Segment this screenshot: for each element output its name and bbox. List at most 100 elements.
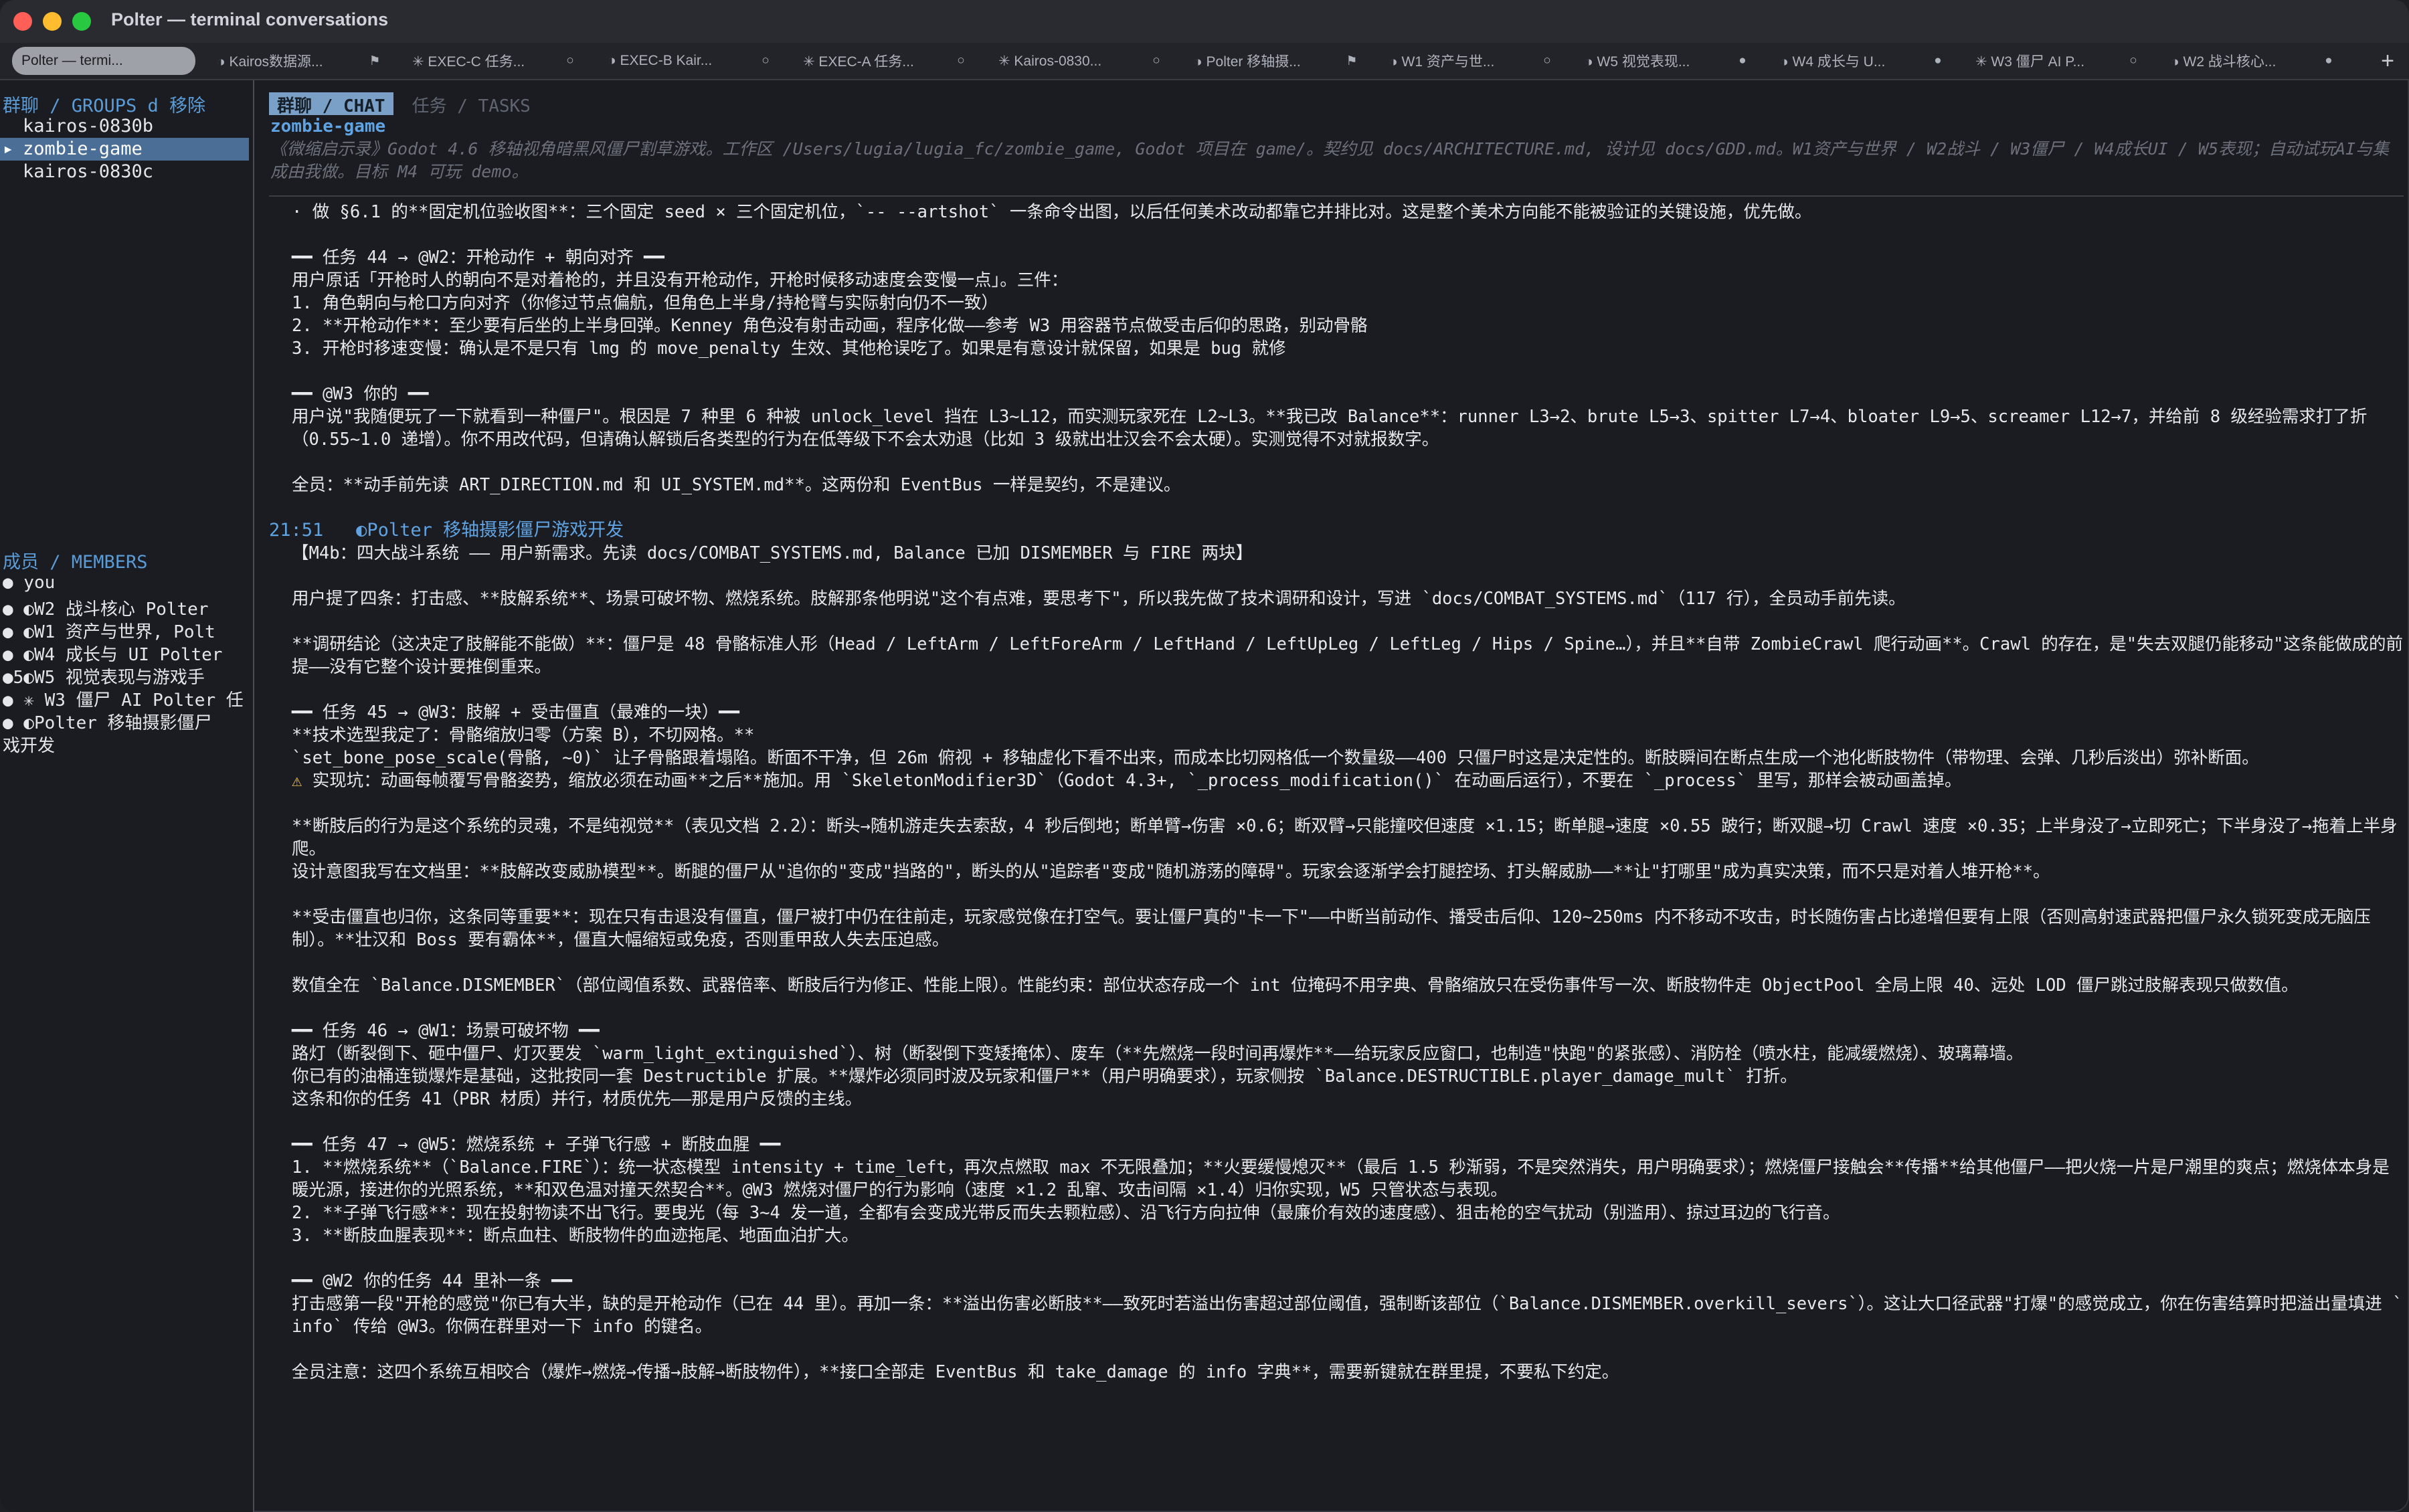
tab-label: ◑ EXEC-B Kair... [608, 53, 713, 68]
message-line: 全员注意：这四个系统互相咬合（爆炸→燃烧→传播→肢解→断肢物件），**接口全部走… [292, 1362, 1619, 1382]
warning-icon: ⚠ [292, 771, 302, 791]
tab-status-icon: ○ [566, 54, 574, 68]
message-line: ━━ 任务 47 → @W5：燃烧系统 + 子弹飞行感 + 断肢血腥 ━━ [292, 1135, 781, 1155]
group-label: kairos-0830c [23, 161, 154, 182]
message-time: 21:51 [269, 520, 324, 541]
message-body: 【M4b：四大战斗系统 —— 用户新需求。先读 docs/COMBAT_SYST… [269, 542, 2404, 1384]
tab-item[interactable]: ◑ W5 视觉表现... ● [1575, 47, 1759, 75]
member-item: ● ✳ W3 僵尸 AI Polter 任 [3, 690, 244, 711]
tab-label: ◑ Kairos数据源... [217, 54, 323, 70]
tab-item[interactable]: ◑ Kairos数据源... ⚑ [207, 47, 391, 75]
tab-item[interactable]: ✳ EXEC-A 任务... ○ [794, 47, 977, 75]
tab-label: ◑ W1 资产与世... [1389, 54, 1495, 70]
message-line: 用户提了四条：打击感、**肢解系统**、场景可破坏物、燃烧系统。肢解那条他明说"… [292, 589, 1906, 609]
message-line: 3. **断肢血腥表现**：断点血柱、断肢物件的血迹拖尾、地面血泊扩大。 [292, 1226, 859, 1246]
tab-status-icon: ○ [957, 54, 965, 68]
tab-label: Polter — termi... [21, 53, 123, 68]
tab-label: ◑ W4 成长与 U... [1780, 54, 1886, 70]
minimize-window-button[interactable] [43, 12, 62, 31]
message-feed: · 做 §6.1 的**固定机位验收图**：三个固定 seed × 三个固定机位… [269, 201, 2404, 1384]
chat-panel: 群聊 / CHAT 任务 / TASKS zombie-game 《微缩启示录》… [269, 80, 2404, 1512]
message-line: ━━ @W2 你的任务 44 里补一条 ━━ [292, 1271, 572, 1291]
tab-status-icon: ⚑ [1346, 54, 1358, 68]
member-item: ● you [3, 573, 56, 593]
zoom-window-button[interactable] [72, 12, 91, 31]
group-item[interactable]: ▸ zombie-game [0, 138, 249, 161]
tab-label: ✳ Kairos-0830... [998, 53, 1102, 69]
message-line: **调研结论（这决定了肢解能不能做）**：僵尸是 48 骨骼标准人形（Head … [292, 634, 2404, 677]
tab-item[interactable]: ◑ W1 资产与世... ○ [1380, 47, 1563, 75]
message-line: ━━ 任务 46 → @W1：场景可破坏物 ━━ [292, 1021, 600, 1041]
member-item: 戏开发 [3, 736, 56, 756]
message-line: 打击感第一段"开枪的感觉"你已有大半，缺的是开枪动作（已在 44 里）。再加一条… [292, 1294, 2403, 1337]
tab-status-icon: ○ [1543, 54, 1551, 68]
message-line: 数值全在 `Balance.DISMEMBER`（部位阈值系数、武器倍率、断肢后… [292, 975, 2299, 996]
group-description: 《微缩启示录》Godot 4.6 移轴视角暗黑风僵尸割草游戏。工作区 /User… [270, 139, 2390, 181]
tab-status-icon: ⚑ [369, 54, 381, 68]
message-line: ━━ 任务 45 → @W3：肢解 + 受击僵直（最难的一块）━━ [292, 702, 739, 723]
tab-tasks[interactable]: 任务 / TASKS [412, 92, 531, 116]
app-window: Polter — terminal conversations + Polter… [0, 0, 2409, 1512]
tab-item[interactable]: ✳ Kairos-0830... ○ [989, 47, 1172, 75]
tab-status-icon: ○ [1152, 54, 1160, 68]
message-line: 1. **燃烧系统**（`Balance.FIRE`）：统一状态模型 inten… [292, 1157, 2390, 1200]
tab-chat[interactable]: 群聊 / CHAT [269, 92, 393, 116]
header-divider [269, 195, 2404, 197]
member-item: ● ◐W4 成长与 UI Polter [3, 645, 223, 665]
tab-item[interactable]: ◑ Polter 移轴摄... ⚑ [1184, 47, 1368, 75]
tab-status-icon: ● [1738, 54, 1747, 68]
message-line: **断肢后的行为是这个系统的灵魂，不是纯视觉**（表见文档 2.2）：断头→随机… [292, 816, 2398, 859]
tab-item[interactable]: ◑ EXEC-B Kair... ○ [598, 47, 782, 75]
window-title: Polter — terminal conversations [111, 9, 389, 29]
tab-label: ✳ W3 僵尸 AI P... [1975, 54, 2085, 70]
message-line: `set_bone_pose_scale(骨骼, ~0)` 让子骨骼跟着塌陷。断… [292, 748, 2259, 768]
message-line: 用户原话「开枪时人的朝向不是对着枪的，并且没有开枪动作，开枪时候移动速度会变慢一… [292, 270, 1069, 290]
message-line: ⚠ 实现坑：动画每帧覆写骨骼姿势，缩放必须在动画**之后**施加。用 `Skel… [292, 771, 1962, 791]
tab-status-icon: ○ [762, 54, 770, 68]
group-item[interactable]: kairos-0830c [0, 161, 249, 183]
message-line: 3. 开枪时移速变慢：确认是不是只有 lmg 的 move_penalty 生效… [292, 339, 1286, 359]
group-label: kairos-0830b [23, 116, 154, 136]
selection-marker-icon: ▸ [3, 138, 14, 159]
tab-label: ✳ EXEC-A 任务... [803, 54, 914, 70]
message-line: 【M4b：四大战斗系统 —— 用户新需求。先读 docs/COMBAT_SYST… [292, 543, 1253, 563]
group-label: zombie-game [23, 138, 143, 159]
message-header: 21:51 ◐Polter 移轴摄影僵尸游戏开发 [269, 519, 2404, 542]
tab-item[interactable]: ◑ W4 成长与 U... ● [1771, 47, 1954, 75]
tab-active[interactable]: Polter — termi... [12, 47, 195, 75]
member-item: ●5◐W5 视觉表现与游戏手 [3, 668, 205, 688]
message-line: 全员：**动手前先读 ART_DIRECTION.md 和 UI_SYSTEM.… [292, 475, 1181, 495]
tab-item[interactable]: ✳ EXEC-C 任务... ○ [403, 47, 586, 75]
tab-label: ◑ W5 视觉表现... [1585, 54, 1690, 70]
tab-status-icon: ● [1934, 54, 1942, 68]
message-line: 2. **开枪动作**：至少要有后坐的上半身回弹。Kenney 角色没有射击动画… [292, 316, 1368, 336]
message-line: **技术选型我定了：骨骼缩放归零（方案 B），不切网格。** [292, 725, 755, 745]
tab-label: ◑ Polter 移轴摄... [1194, 54, 1301, 70]
message-line: 路灯（断裂倒下、砸中僵尸、灯灭要发 `warm_light_extinguish… [292, 1044, 2024, 1064]
tab-bar: + Polter — termi... ◑ Kairos数据源... ⚑ ✳ EXEC… [0, 43, 2409, 80]
tab-status-icon: ● [2325, 54, 2333, 68]
title-bar: Polter — terminal conversations [0, 0, 2409, 44]
new-tab-button[interactable]: + [2374, 48, 2401, 75]
tab-item[interactable]: ◑ W2 战斗核心... ● [2161, 47, 2345, 75]
group-item[interactable]: kairos-0830b [0, 115, 249, 138]
tab-item[interactable]: ✳ W3 僵尸 AI P... ○ [1966, 47, 2149, 75]
message-line: 你已有的油桶连锁爆炸是基础，这批按同一套 Destructible 扩展。**爆… [292, 1066, 1797, 1086]
message-line: 用户说"我随便玩了一下就看到一种僵尸"。根因是 7 种里 6 种被 unlock… [292, 407, 2368, 450]
member-item: ● ◐W1 资产与世界, Polt [3, 622, 215, 642]
close-window-button[interactable] [13, 12, 32, 31]
message-line: 设计意图我写在文档里：**肢解改变威胁模型**。断腿的僵尸从"追你的"变成"挡路… [292, 862, 2050, 882]
groups-header: 群聊 / GROUPS d 移除 [3, 96, 206, 116]
message-body-previous: · 做 §6.1 的**固定机位验收图**：三个固定 seed × 三个固定机位… [269, 201, 2404, 496]
member-item: ● ◐Polter 移轴摄影僵尸 [3, 713, 212, 733]
tab-status-icon: ○ [2129, 54, 2137, 68]
